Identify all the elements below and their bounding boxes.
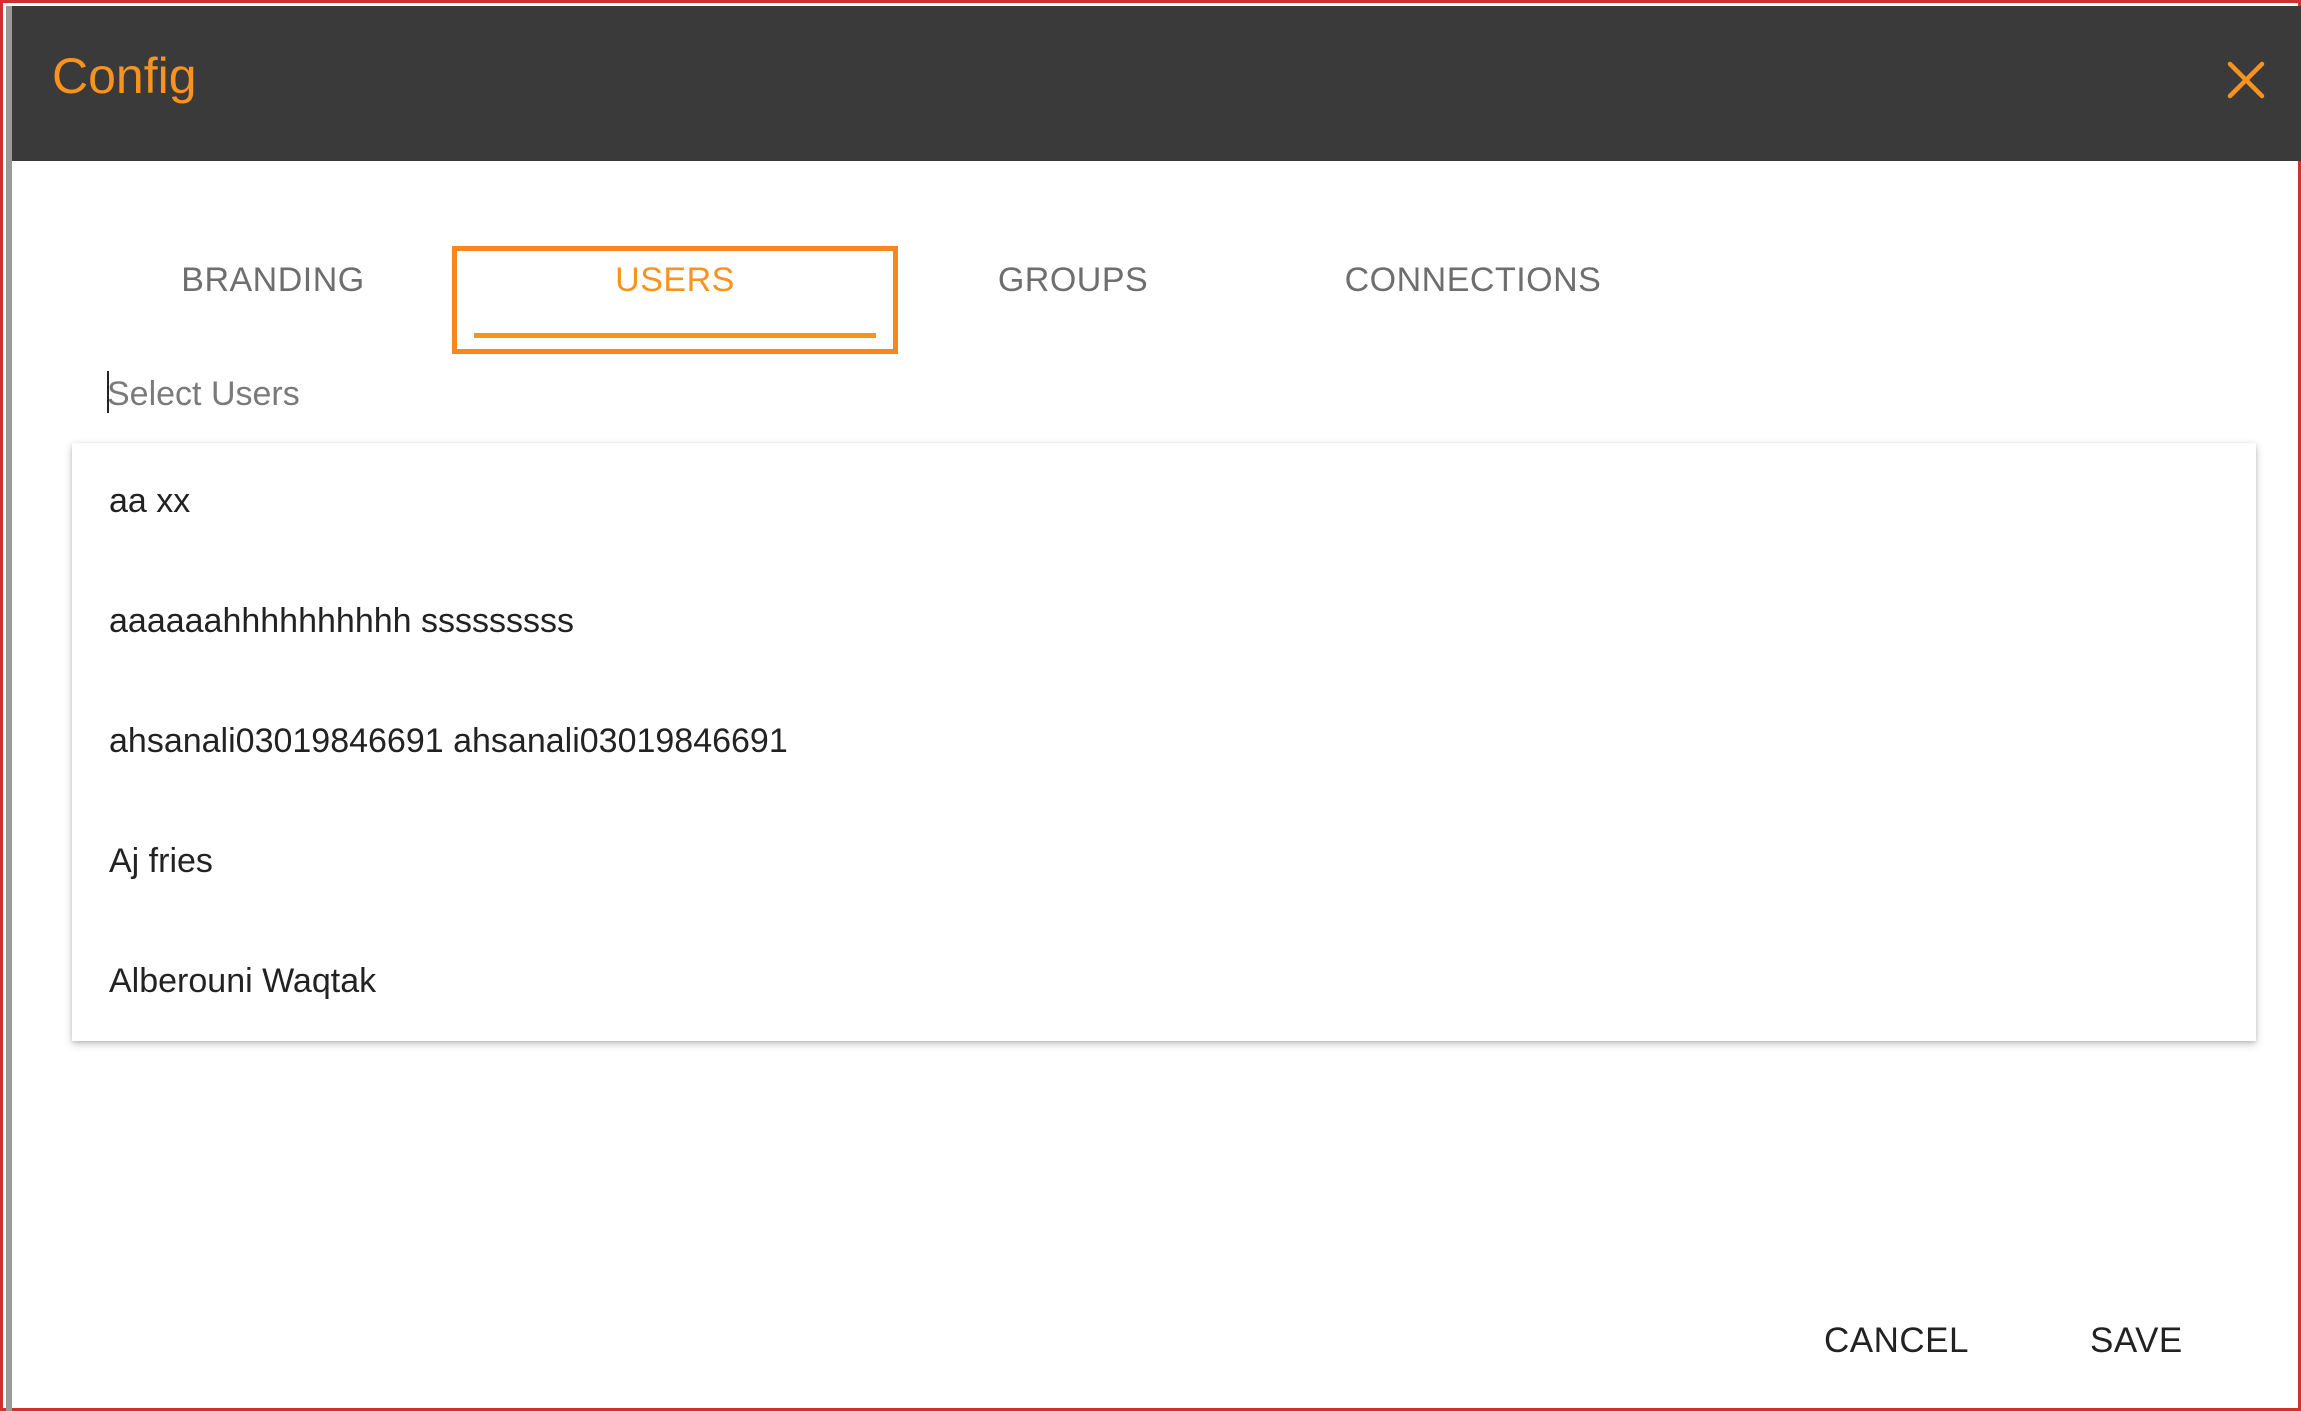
tab-users-label: USERS (615, 261, 735, 299)
user-option[interactable]: Alberouni Waqtak (72, 923, 2256, 1043)
left-edge-strip (6, 6, 12, 1411)
tab-bar: BRANDING USERS GROUPS CONNECTIONS (3, 246, 2301, 357)
select-users-input[interactable] (107, 369, 907, 419)
save-button[interactable]: SAVE (2090, 1323, 2183, 1358)
tab-connections[interactable]: CONNECTIONS (1303, 247, 1643, 357)
users-dropdown-list: aa xx aaaaaahhhhhhhhhh sssssssss ahsanal… (72, 443, 2256, 1041)
text-cursor (107, 371, 109, 413)
user-option-label: Alberouni Waqtak (109, 962, 377, 1000)
tab-branding-label: BRANDING (181, 261, 365, 299)
user-option[interactable]: aa xx (72, 443, 2256, 563)
dialog-title: Config (52, 48, 197, 104)
tab-connections-label: CONNECTIONS (1344, 261, 1602, 299)
user-option-label: aaaaaahhhhhhhhhh sssssssss (109, 602, 574, 640)
dialog-title-bar: Config (12, 6, 2301, 161)
tab-groups-label: GROUPS (997, 261, 1149, 299)
cancel-button[interactable]: CANCEL (1824, 1323, 1969, 1358)
user-option[interactable]: ahsanali03019846691 ahsanali03019846691 (72, 683, 2256, 803)
user-option-label: ahsanali03019846691 ahsanali03019846691 (109, 722, 788, 760)
user-option-label: aa xx (109, 482, 191, 520)
user-option[interactable]: aaaaaahhhhhhhhhh sssssssss (72, 563, 2256, 683)
tab-branding[interactable]: BRANDING (133, 247, 413, 357)
tab-users[interactable]: USERS (452, 246, 898, 354)
close-button[interactable] (2224, 58, 2268, 102)
tab-groups[interactable]: GROUPS (933, 247, 1213, 357)
config-dialog: Config BRANDING USERS GROUPS CONNECTIONS… (0, 0, 2301, 1411)
active-tab-indicator (474, 333, 876, 338)
close-icon (2227, 61, 2265, 99)
user-option[interactable]: Aj fries (72, 803, 2256, 923)
user-option-label: Aj fries (109, 842, 213, 880)
